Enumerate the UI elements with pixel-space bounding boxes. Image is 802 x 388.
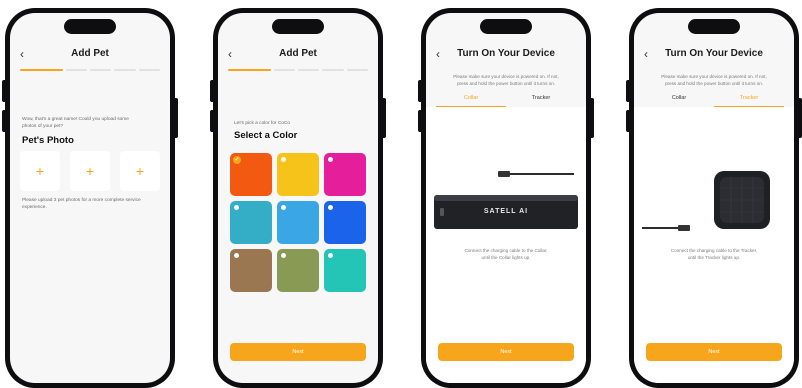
note-text: experience. bbox=[22, 205, 47, 210]
dynamic-island bbox=[480, 19, 532, 34]
dynamic-island bbox=[64, 19, 116, 34]
power-hint: Please make sure your device is powered … bbox=[644, 73, 784, 87]
nav-bar: ‹ Add Pet bbox=[218, 47, 378, 63]
nav-bar: ‹ Turn On Your Device bbox=[634, 47, 794, 63]
color-swatch[interactable] bbox=[230, 201, 272, 244]
device-tabs: Collar Tracker bbox=[644, 95, 784, 107]
color-grid: ✓ bbox=[230, 153, 366, 292]
caption-text: Connect the charging cable to the Collar… bbox=[464, 248, 548, 253]
add-photo-button[interactable]: + bbox=[120, 151, 160, 191]
screen: ‹ Add Pet Wow, that's a great name! Coul… bbox=[10, 13, 170, 383]
side-button bbox=[175, 98, 178, 138]
tab-collar[interactable]: Collar bbox=[644, 95, 714, 107]
page-title: Add Pet bbox=[279, 48, 317, 59]
color-swatch[interactable] bbox=[277, 153, 319, 196]
tab-tracker[interactable]: Tracker bbox=[714, 95, 784, 107]
next-button[interactable]: Next bbox=[230, 343, 366, 361]
radio-dot-icon bbox=[281, 205, 286, 210]
prompt-text: photos of your pet? bbox=[22, 124, 64, 129]
photo-prompt: Wow, that's a great name! Could you uplo… bbox=[22, 116, 158, 130]
side-button bbox=[591, 98, 594, 138]
radio-dot-icon bbox=[281, 157, 286, 162]
nav-bar: ‹ Turn On Your Device bbox=[426, 47, 586, 63]
upload-note: Please upload 3 pet photos for a more co… bbox=[22, 197, 158, 211]
radio-dot-icon bbox=[328, 205, 333, 210]
cable-plug bbox=[498, 171, 510, 177]
next-button[interactable]: Next bbox=[646, 343, 782, 361]
dynamic-island bbox=[688, 19, 740, 34]
hint-text: press and hold the power button until it… bbox=[456, 81, 556, 86]
caption-text: Connect the charging cable to the Tracke… bbox=[670, 248, 758, 253]
power-hint: Please make sure your device is powered … bbox=[436, 73, 576, 87]
radio-dot-icon bbox=[328, 157, 333, 162]
prompt-text: Wow, that's a great name! Could you uplo… bbox=[22, 117, 129, 122]
color-swatch[interactable] bbox=[230, 249, 272, 292]
device-illustration-area: Connect the charging cable to the Tracke… bbox=[634, 107, 794, 383]
screen: ‹ Turn On Your Device Please make sure y… bbox=[426, 13, 586, 383]
tab-collar[interactable]: Collar bbox=[436, 95, 506, 107]
hint-text: press and hold the power button until it… bbox=[664, 81, 764, 86]
section-heading: Pet's Photo bbox=[22, 135, 74, 146]
section-heading: Select a Color bbox=[234, 130, 298, 141]
device-illustration-area: SATELL AI Connect the charging cable to … bbox=[426, 107, 586, 383]
plus-icon: + bbox=[35, 163, 45, 179]
color-swatch[interactable] bbox=[324, 153, 366, 196]
color-swatch[interactable] bbox=[277, 201, 319, 244]
color-swatch[interactable] bbox=[324, 249, 366, 292]
radio-dot-icon bbox=[234, 205, 239, 210]
phone-add-pet-photo: ‹ Add Pet Wow, that's a great name! Coul… bbox=[2, 8, 178, 388]
device-tabs: Collar Tracker bbox=[436, 95, 576, 107]
cable-plug bbox=[678, 225, 690, 231]
color-prompt: Let's pick a color for CoCo bbox=[234, 121, 291, 126]
page-title: Turn On Your Device bbox=[665, 48, 763, 59]
note-text: Please upload 3 pet photos for a more co… bbox=[22, 198, 141, 203]
color-swatch[interactable] bbox=[324, 201, 366, 244]
phone-turn-on-tracker: ‹ Turn On Your Device Please make sure y… bbox=[626, 8, 802, 388]
plus-icon: + bbox=[85, 163, 95, 179]
phone-select-color: ‹ Add Pet Let's pick a color for CoCo Se… bbox=[210, 8, 386, 388]
radio-dot-icon bbox=[328, 253, 333, 258]
color-swatch[interactable] bbox=[277, 249, 319, 292]
color-swatch[interactable]: ✓ bbox=[230, 153, 272, 196]
radio-dot-icon bbox=[234, 253, 239, 258]
phone-turn-on-collar: ‹ Turn On Your Device Please make sure y… bbox=[418, 8, 594, 388]
instruction-caption: Connect the charging cable to the Collar… bbox=[436, 247, 576, 261]
plus-icon: + bbox=[135, 163, 145, 179]
page-title: Add Pet bbox=[71, 48, 109, 59]
add-photo-button[interactable]: + bbox=[70, 151, 110, 191]
side-button bbox=[383, 98, 386, 138]
radio-dot-icon bbox=[281, 253, 286, 258]
caption-text: until the Collar lights up. bbox=[481, 255, 531, 260]
selected-check-icon: ✓ bbox=[233, 156, 241, 164]
screen: ‹ Turn On Your Device Please make sure y… bbox=[634, 13, 794, 383]
add-photo-button[interactable]: + bbox=[20, 151, 60, 191]
brand-logo: SATELL AI bbox=[483, 208, 529, 215]
step-progress bbox=[20, 69, 160, 71]
caption-text: until the Tracker lights up. bbox=[687, 255, 741, 260]
hint-text: Please make sure your device is powered … bbox=[453, 74, 559, 79]
tab-tracker[interactable]: Tracker bbox=[506, 95, 576, 107]
photo-slots: + + + bbox=[20, 151, 160, 191]
hint-text: Please make sure your device is powered … bbox=[661, 74, 767, 79]
step-progress bbox=[228, 69, 368, 71]
next-button[interactable]: Next bbox=[438, 343, 574, 361]
nav-bar: ‹ Add Pet bbox=[10, 47, 170, 63]
page-title: Turn On Your Device bbox=[457, 48, 555, 59]
screen: ‹ Add Pet Let's pick a color for CoCo Se… bbox=[218, 13, 378, 383]
dynamic-island bbox=[272, 19, 324, 34]
instruction-caption: Connect the charging cable to the Tracke… bbox=[644, 247, 784, 261]
